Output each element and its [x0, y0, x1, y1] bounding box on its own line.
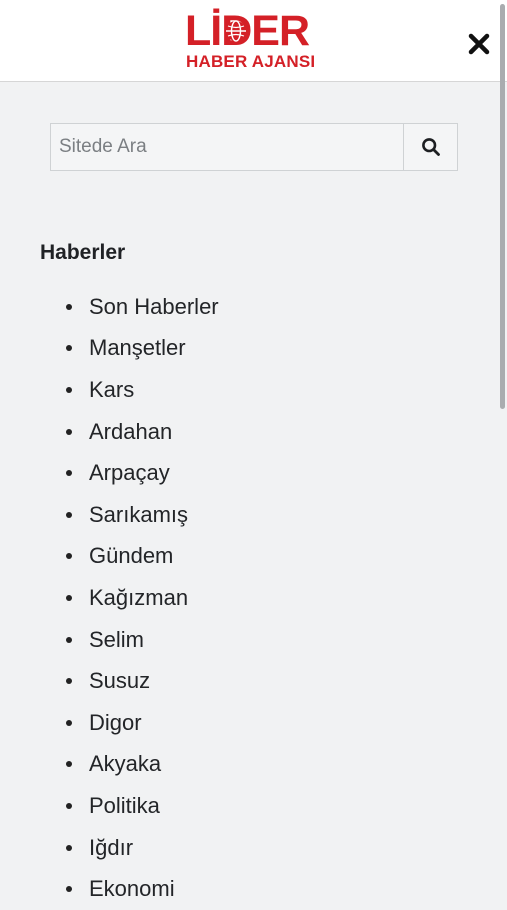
bullet-icon	[66, 761, 72, 768]
bullet-icon	[66, 386, 72, 393]
nav-item-ekonomi[interactable]: Ekonomi	[0, 868, 480, 910]
search-input[interactable]	[51, 124, 403, 170]
nav-item-igdir[interactable]: Iğdır	[0, 827, 480, 869]
nav-item-mansetler[interactable]: Manşetler	[0, 328, 480, 370]
nav-item-arpacay[interactable]: Arpaçay	[0, 452, 480, 494]
close-icon	[468, 33, 490, 55]
bullet-icon	[66, 678, 72, 685]
bullet-icon	[66, 303, 72, 310]
bullet-icon	[66, 470, 72, 477]
nav-item-kagizman[interactable]: Kağızman	[0, 577, 480, 619]
nav-item-label: Akyaka	[89, 751, 162, 777]
search-form	[50, 123, 458, 171]
nav-item-selim[interactable]: Selim	[0, 619, 480, 661]
bullet-icon	[66, 802, 72, 809]
nav-item-label: Arpaçay	[89, 460, 170, 486]
nav-item-label: Susuz	[89, 668, 151, 694]
bullet-icon	[66, 553, 72, 560]
logo-wordmark: LİDER	[185, 7, 310, 55]
search-icon	[421, 138, 440, 156]
nav-item-label: Digor	[89, 709, 142, 735]
nav-item-label: Iğdır	[89, 834, 134, 860]
bullet-icon	[66, 886, 72, 893]
bullet-icon	[66, 594, 72, 601]
category-list: Son Haberler Manşetler Kars Ardahan Arpa…	[0, 286, 480, 910]
nav-item-label: Kars	[89, 376, 135, 402]
nav-item-label: Gündem	[89, 543, 174, 569]
nav-item-label: Son Haberler	[89, 293, 219, 319]
nav-item-label: Politika	[89, 792, 160, 818]
bullet-icon	[66, 719, 72, 726]
nav-item-digor[interactable]: Digor	[0, 702, 480, 744]
close-button[interactable]	[463, 28, 495, 60]
nav-item-label: Manşetler	[89, 335, 186, 361]
bullet-icon	[66, 844, 72, 851]
nav-item-label: Sarıkamış	[89, 501, 189, 527]
nav-item-akyaka[interactable]: Akyaka	[0, 744, 480, 786]
nav-item-son-haberler[interactable]: Son Haberler	[0, 286, 480, 328]
bullet-icon	[66, 345, 72, 352]
logo-tagline: HABER AJANSI	[186, 52, 316, 71]
nav-item-politika[interactable]: Politika	[0, 785, 480, 827]
nav-item-label: Kağızman	[89, 584, 189, 610]
nav-item-label: Ardahan	[89, 418, 173, 444]
globe-icon	[226, 20, 246, 42]
nav-item-label: Selim	[89, 626, 145, 652]
nav-item-gundem[interactable]: Gündem	[0, 536, 480, 578]
nav-item-kars[interactable]: Kars	[0, 369, 480, 411]
nav-item-sarikamis[interactable]: Sarıkamış	[0, 494, 480, 536]
search-button[interactable]	[403, 124, 457, 170]
header-bar: LİDER HABER AJANSI	[0, 0, 507, 82]
section-title: Haberler	[40, 241, 126, 264]
nav-item-label: Ekonomi	[89, 876, 175, 902]
nav-item-ardahan[interactable]: Ardahan	[0, 411, 480, 453]
nav-item-susuz[interactable]: Susuz	[0, 660, 480, 702]
site-logo[interactable]: LİDER HABER AJANSI	[185, 8, 325, 74]
bullet-icon	[66, 636, 72, 643]
bullet-icon	[66, 428, 72, 435]
scrollbar-thumb[interactable]	[500, 4, 505, 409]
scrollbar[interactable]	[499, 0, 507, 900]
bullet-icon	[66, 511, 72, 518]
